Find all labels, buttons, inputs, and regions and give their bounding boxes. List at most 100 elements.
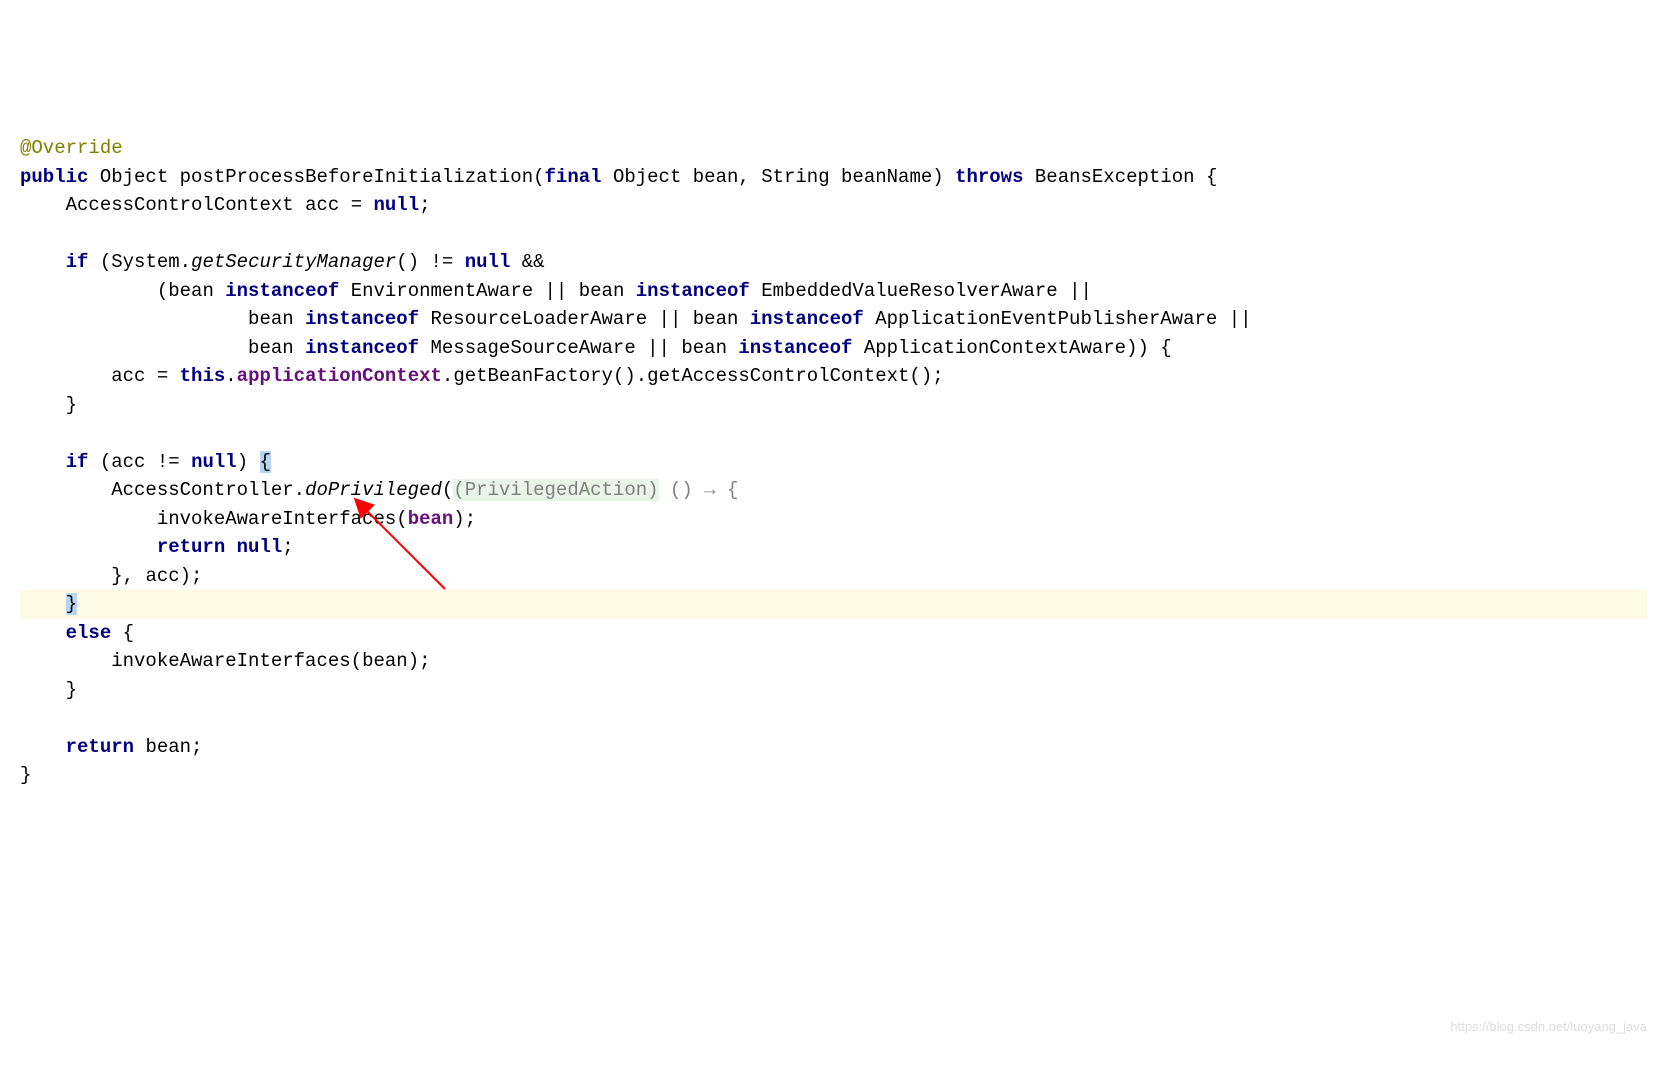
lambda-arrow: () → {: [659, 479, 739, 501]
type-hint-privilegedaction: (PrivilegedAction): [453, 479, 658, 501]
highlighted-brace-close: }: [66, 593, 77, 615]
brace-close3: }: [20, 764, 31, 786]
parens2: (): [613, 365, 636, 387]
type-accesscontroller: AccessController: [111, 479, 293, 501]
paren-close: ): [932, 166, 943, 188]
param-beanname: beanName: [841, 166, 932, 188]
method-invoke2: invokeAwareInterfaces: [111, 650, 350, 672]
close2: },: [111, 565, 145, 587]
var-bean: bean: [168, 280, 214, 302]
keyword-null4: null: [237, 536, 283, 558]
comma: ,: [738, 166, 749, 188]
parens3: ();: [909, 365, 943, 387]
keyword-return: return: [157, 536, 225, 558]
dot5: .: [294, 479, 305, 501]
var-acc4: acc: [145, 565, 179, 587]
equals: =: [351, 194, 362, 216]
keyword-instanceof5: instanceof: [305, 337, 419, 359]
dot3: .: [442, 365, 453, 387]
or: ||: [545, 280, 568, 302]
highlighted-brace-open: {: [260, 451, 271, 473]
type-object: Object: [100, 166, 168, 188]
keyword-instanceof4: instanceof: [750, 308, 864, 330]
brace-close: }: [66, 394, 77, 416]
paren-open: (: [533, 166, 544, 188]
parens: (): [396, 251, 419, 273]
noteq: !=: [431, 251, 454, 273]
method-getacc: getAccessControlContext: [647, 365, 909, 387]
var-bean4: bean: [693, 308, 739, 330]
method-getbean: getBeanFactory: [453, 365, 613, 387]
keyword-public: public: [20, 166, 88, 188]
var-acc: acc: [305, 194, 339, 216]
var-bean5: bean: [248, 337, 294, 359]
keyword-if: if: [66, 251, 89, 273]
watermark-text: https://blog.csdn.net/luoyang_java: [1450, 1017, 1647, 1037]
keyword-instanceof3: instanceof: [305, 308, 419, 330]
paren2: (: [157, 280, 168, 302]
eq: =: [157, 365, 168, 387]
var-acc2: acc: [111, 365, 145, 387]
brace-close2: }: [66, 679, 77, 701]
type-system: System: [111, 251, 179, 273]
or5: ||: [647, 337, 670, 359]
var-bean3: bean: [248, 308, 294, 330]
field-appcontext: applicationContext: [237, 365, 442, 387]
var-bean6: bean: [681, 337, 727, 359]
or4: ||: [1229, 308, 1252, 330]
dot4: .: [636, 365, 647, 387]
var-bean-return: bean: [145, 736, 191, 758]
noteq2: !=: [157, 451, 180, 473]
close4: );: [408, 650, 431, 672]
paren3: (: [100, 451, 111, 473]
semicolon: ;: [419, 194, 430, 216]
var-acc3: acc: [111, 451, 145, 473]
keyword-instanceof: instanceof: [225, 280, 339, 302]
paren6: (: [351, 650, 362, 672]
caret-line: }: [20, 590, 1647, 619]
keyword-null: null: [374, 194, 420, 216]
dot: .: [180, 251, 191, 273]
method-name: postProcessBeforeInitialization: [180, 166, 533, 188]
or2: ||: [1069, 280, 1092, 302]
keyword-instanceof2: instanceof: [636, 280, 750, 302]
close3: );: [180, 565, 203, 587]
type-envaware: EnvironmentAware: [351, 280, 533, 302]
brace-open: {: [1206, 166, 1217, 188]
keyword-else: else: [66, 622, 112, 644]
keyword-null2: null: [465, 251, 511, 273]
keyword-throws: throws: [955, 166, 1023, 188]
paren: (: [100, 251, 111, 273]
semi2: ;: [191, 736, 202, 758]
code-editor[interactable]: @Override public Object postProcessBefor…: [20, 134, 1647, 790]
param-bean: bean: [693, 166, 739, 188]
annotation-arrow-icon: [350, 494, 470, 594]
keyword-null3: null: [191, 451, 237, 473]
semi: ;: [282, 536, 293, 558]
type-embedded: EmbeddedValueResolverAware: [761, 280, 1057, 302]
close-parens: )): [1126, 337, 1149, 359]
type-appevent: ApplicationEventPublisherAware: [875, 308, 1217, 330]
and: &&: [522, 251, 545, 273]
annotation: @Override: [20, 137, 123, 159]
keyword-this: this: [180, 365, 226, 387]
paren-close2: ): [237, 451, 248, 473]
type-appcontext: ApplicationContextAware: [864, 337, 1126, 359]
type-msgsource: MessageSourceAware: [431, 337, 636, 359]
type-string: String: [761, 166, 829, 188]
keyword-return2: return: [66, 736, 134, 758]
type-acc: AccessControlContext: [66, 194, 294, 216]
keyword-instanceof6: instanceof: [738, 337, 852, 359]
type-exception: BeansException: [1035, 166, 1195, 188]
brace: {: [1160, 337, 1171, 359]
type-resource: ResourceLoaderAware: [431, 308, 648, 330]
method-getsecurity: getSecurityManager: [191, 251, 396, 273]
brace2: {: [123, 622, 134, 644]
or3: ||: [659, 308, 682, 330]
keyword-if2: if: [66, 451, 89, 473]
type-object2: Object: [613, 166, 681, 188]
var-bean2: bean: [579, 280, 625, 302]
keyword-final: final: [545, 166, 602, 188]
dot2: .: [225, 365, 236, 387]
param-bean3: bean: [362, 650, 408, 672]
